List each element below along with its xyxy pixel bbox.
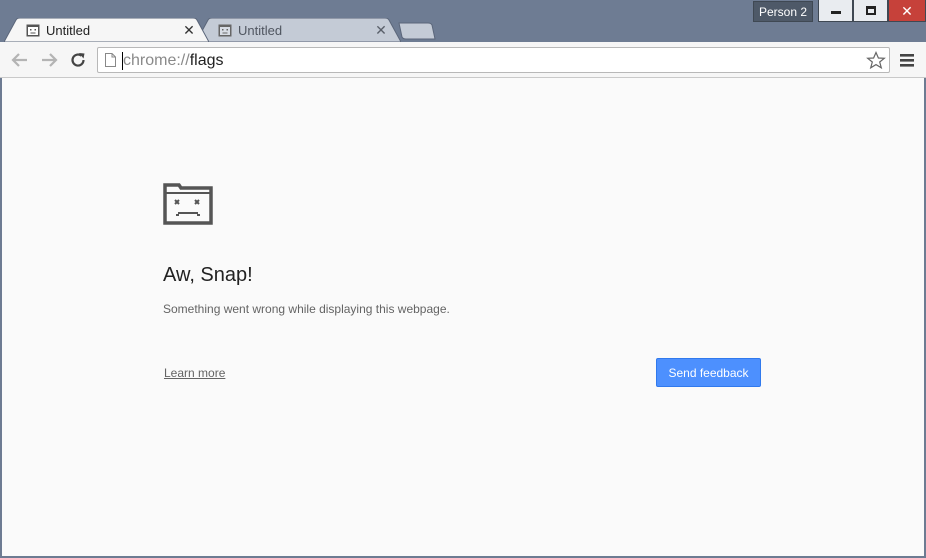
arrow-right-icon [42,53,58,67]
profile-button[interactable]: Person 2 [753,1,813,22]
arrow-left-icon [11,53,27,67]
close-icon: ✕ [901,2,913,19]
learn-more-link[interactable]: Learn more [164,366,225,380]
new-tab-button[interactable] [398,22,436,40]
tab-close-icon[interactable]: ✕ [373,22,389,38]
url-scheme: chrome:// [123,52,190,69]
toolbar: chrome://flags [0,42,926,78]
address-bar[interactable]: chrome://flags [97,47,890,73]
page-icon [105,53,116,67]
sad-tab-icon [163,183,213,225]
hamburger-menu-icon [900,53,914,67]
send-feedback-button[interactable]: Send feedback [656,358,761,387]
forward-button[interactable] [38,50,60,70]
minimize-button[interactable] [818,0,853,22]
maximize-icon [865,6,876,15]
title-bar: Untitled ✕ Untitled ✕ Person 2 ✕ [0,0,926,42]
reload-button[interactable] [67,50,89,70]
page-content: Aw, Snap! Something went wrong while dis… [2,78,924,556]
tab-close-icon[interactable]: ✕ [181,22,197,38]
sad-tab-favicon-icon [218,24,232,36]
close-window-button[interactable]: ✕ [888,0,926,22]
maximize-button[interactable] [853,0,888,22]
tab-content: Untitled ✕ [218,18,393,42]
tab-title: Untitled [238,22,283,38]
bookmark-star-icon[interactable] [866,51,886,70]
url-text[interactable]: chrome://flags [123,51,223,71]
url-host: flags [189,52,224,69]
tab-untitled-inactive[interactable]: Untitled ✕ [196,18,401,42]
error-description: Something went wrong while displaying th… [163,302,450,316]
chrome-menu-button[interactable] [897,51,917,69]
minimize-icon [830,11,841,14]
tab-title: Untitled [46,22,91,38]
tab-untitled-active[interactable]: Untitled ✕ [4,18,209,42]
sad-tab-favicon-icon [26,24,40,36]
tab-content: Untitled ✕ [26,18,201,42]
back-button[interactable] [9,50,31,70]
reload-icon [71,53,85,67]
error-title: Aw, Snap! [163,264,253,286]
